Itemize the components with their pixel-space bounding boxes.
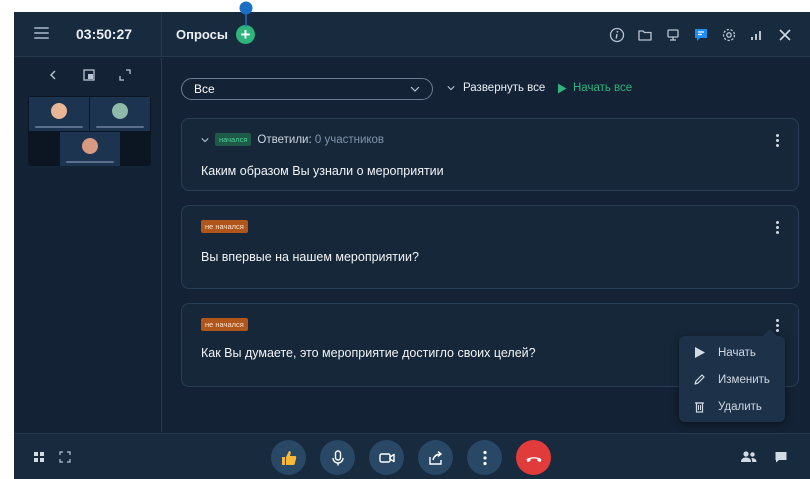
participant-name-bar <box>96 126 144 128</box>
poll-card[interactable]: не начался Вы впервые на нашем мероприят… <box>181 205 799 289</box>
poll-header: начался Ответили: 0 участников <box>201 133 384 146</box>
share-button[interactable] <box>418 440 453 475</box>
play-icon <box>695 347 705 358</box>
poll-question: Как Вы думаете, это мероприятие достигло… <box>201 346 536 360</box>
picture-in-picture-icon[interactable] <box>82 68 96 82</box>
chevron-down-icon[interactable] <box>201 137 209 143</box>
camera-button[interactable] <box>369 440 404 475</box>
participants-grid[interactable] <box>28 96 151 166</box>
poll-filter-select[interactable]: Все <box>181 78 433 100</box>
close-icon[interactable] <box>774 24 796 46</box>
answered-count: Ответили: 0 участников <box>257 134 384 146</box>
more-icon[interactable] <box>770 220 784 234</box>
polls-panel: Все Развернуть все Начать все начался От… <box>163 58 810 432</box>
video-panel <box>14 58 162 432</box>
expand-icon[interactable] <box>118 68 132 82</box>
poll-question: Каким образом Вы узнали о мероприятии <box>201 164 444 178</box>
more-icon[interactable] <box>770 133 784 147</box>
filter-value: Все <box>194 82 215 96</box>
participant-tile[interactable] <box>29 97 89 131</box>
microphone-button[interactable] <box>320 440 355 475</box>
settings-icon[interactable] <box>718 24 740 46</box>
status-badge: начался <box>215 133 252 146</box>
thumbs-up-icon <box>281 450 296 465</box>
participant-name-bar <box>35 126 83 128</box>
top-toolbar <box>606 24 796 46</box>
screen-share-icon[interactable] <box>662 24 684 46</box>
answered-value: 0 участников <box>314 133 385 146</box>
microphone-icon <box>331 449 344 465</box>
grid-view-icon[interactable] <box>32 450 46 464</box>
avatar <box>112 103 128 119</box>
fullscreen-icon[interactable] <box>58 450 72 464</box>
more-icon <box>482 450 487 465</box>
conference-app: 03:50:27 Опросы + Все Развернуть все Нач… <box>14 12 810 479</box>
status-badge: не начался <box>201 318 248 331</box>
menu-item-delete[interactable]: Удалить <box>679 393 785 420</box>
chevron-left-icon[interactable] <box>46 68 60 82</box>
end-call-button[interactable] <box>516 440 551 475</box>
menu-item-label: Удалить <box>718 400 762 413</box>
poll-card[interactable]: начался Ответили: 0 участников Каким обр… <box>181 118 799 191</box>
poll-context-menu: Начать Изменить Удалить <box>679 328 785 422</box>
polls-icon[interactable] <box>690 24 712 46</box>
menu-item-edit[interactable]: Изменить <box>679 366 785 393</box>
poll-question: Вы впервые на нашем мероприятии? <box>201 250 419 264</box>
folder-icon[interactable] <box>634 24 656 46</box>
chevron-down-icon <box>447 86 455 91</box>
play-icon <box>558 83 567 93</box>
menu-item-start[interactable]: Начать <box>679 339 785 366</box>
info-icon[interactable] <box>606 24 628 46</box>
more-actions-button[interactable] <box>467 440 502 475</box>
avatar <box>51 103 67 119</box>
start-all-button[interactable]: Начать все <box>557 82 632 94</box>
expand-all-label: Развернуть все <box>463 82 546 94</box>
participant-tile[interactable] <box>90 97 150 131</box>
camera-icon <box>378 452 395 463</box>
menu-item-label: Изменить <box>718 373 770 386</box>
end-call-icon <box>526 456 541 462</box>
menu-icon[interactable] <box>34 27 49 39</box>
bottom-bar <box>14 433 810 479</box>
expand-all-button[interactable]: Развернуть все <box>447 82 545 94</box>
page-title: Опросы <box>176 27 229 42</box>
chevron-down-icon <box>410 86 420 92</box>
more-icon[interactable] <box>770 318 784 332</box>
pencil-icon <box>694 374 705 385</box>
start-all-label: Начать все <box>573 82 633 94</box>
trash-icon <box>695 402 704 413</box>
left-top-section: 03:50:27 <box>14 12 162 57</box>
chat-icon[interactable] <box>774 450 788 464</box>
call-timer: 03:50:27 <box>76 26 133 42</box>
share-icon <box>428 450 442 465</box>
reaction-button[interactable] <box>271 440 306 475</box>
participant-name-bar <box>66 161 114 163</box>
top-bar: 03:50:27 Опросы + <box>14 12 810 57</box>
status-badge: не начался <box>201 220 248 233</box>
participant-tile[interactable] <box>60 132 120 166</box>
signal-icon[interactable] <box>746 24 768 46</box>
annotation-marker-icon <box>239 1 253 27</box>
menu-item-label: Начать <box>718 346 756 359</box>
answered-label: Ответили: <box>257 133 312 146</box>
avatar <box>82 138 98 154</box>
participants-icon[interactable] <box>740 450 758 464</box>
